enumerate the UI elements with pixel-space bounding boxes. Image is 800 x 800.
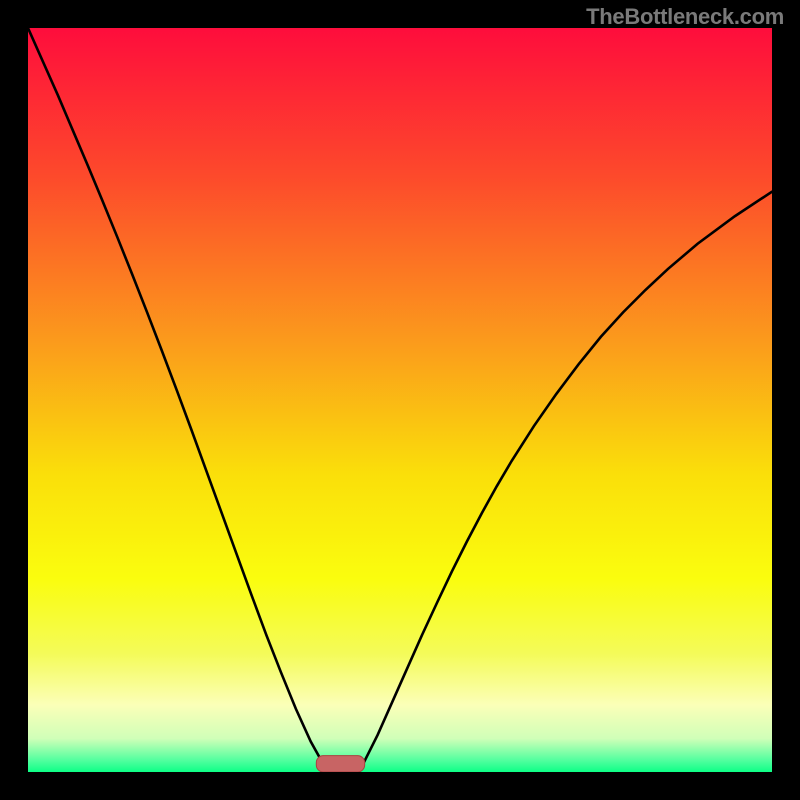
chart-frame: TheBottleneck.com [0,0,800,800]
optimum-marker [316,756,364,772]
bottleneck-chart [28,28,772,772]
watermark-text: TheBottleneck.com [586,4,784,30]
plot-background [28,28,772,772]
